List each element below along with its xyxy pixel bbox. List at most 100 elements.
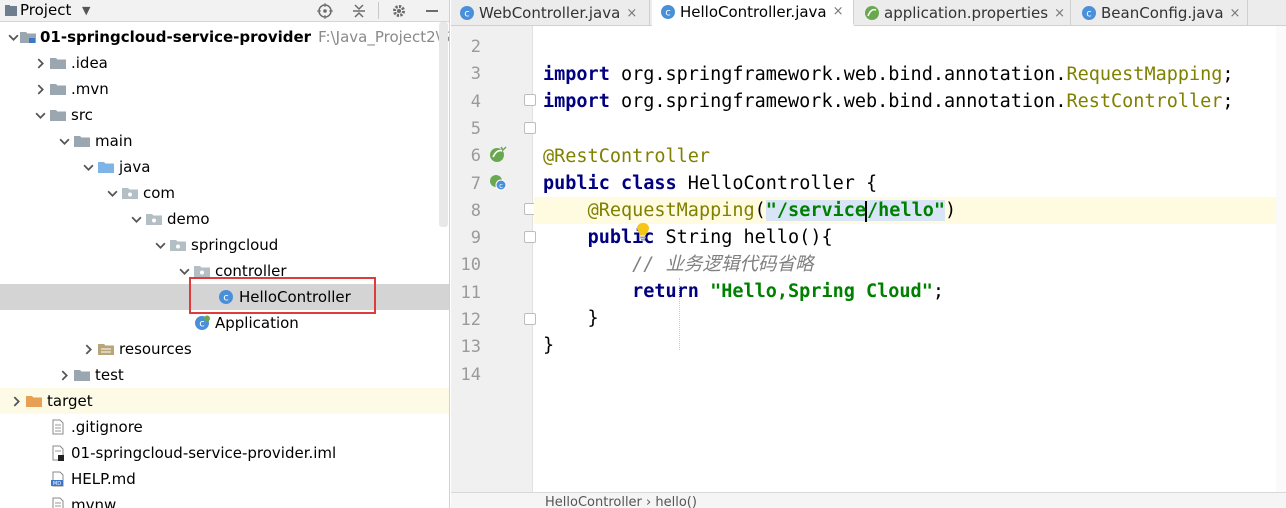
excluded-folder-icon xyxy=(24,392,44,410)
package-icon xyxy=(168,236,188,254)
chevron-right-icon[interactable] xyxy=(32,81,48,97)
tree-item-test[interactable]: test xyxy=(0,362,449,388)
editor-tab-webcontroller-java[interactable]: c WebController.java × xyxy=(451,0,650,26)
tree-item-01-springcloud-service-provider-iml[interactable]: 01-springcloud-service-provider.iml xyxy=(0,440,449,466)
line-number: 14 xyxy=(460,364,481,385)
project-view-icon xyxy=(4,0,18,21)
tree-item-target[interactable]: target xyxy=(0,388,449,414)
package-icon xyxy=(120,184,140,202)
folder-icon xyxy=(72,366,92,384)
string-literal: "/service xyxy=(765,200,867,221)
tree-item-com[interactable]: com xyxy=(0,180,449,206)
annotation-highlight-box xyxy=(189,277,376,314)
chevron-right-icon[interactable] xyxy=(80,341,96,357)
close-icon[interactable]: × xyxy=(1230,6,1241,21)
tree-scrollbar[interactable] xyxy=(439,22,448,227)
gear-icon[interactable] xyxy=(388,0,410,21)
code-text: ) xyxy=(945,200,957,221)
editor-tab-hellocontroller-java[interactable]: c HelloController.java × xyxy=(652,0,854,26)
class-icon: c xyxy=(1081,5,1097,21)
code-line-8: @RequestMapping("/service/hello") xyxy=(543,197,956,224)
code-line-10: // 业务逻辑代码省略 xyxy=(543,251,814,278)
tab-label: application.properties xyxy=(884,4,1049,22)
code-text: HelloController { xyxy=(676,173,878,194)
chevron-right-icon[interactable] xyxy=(32,55,48,71)
tree-item-gitignore[interactable]: .gitignore xyxy=(0,414,449,440)
chevron-right-icon[interactable] xyxy=(56,367,72,383)
tab-label: BeanConfig.java xyxy=(1101,4,1224,22)
spring-bean-icon[interactable] xyxy=(489,145,507,163)
collapse-all-icon[interactable] xyxy=(348,0,370,21)
code-line-9: public String hello(){ xyxy=(543,224,833,251)
tree-item-resources[interactable]: resources xyxy=(0,336,449,362)
chevron-down-icon[interactable] xyxy=(80,159,96,175)
source-folder-icon xyxy=(96,158,116,176)
string-literal: /hello" xyxy=(867,200,945,221)
code-line-13: } xyxy=(543,332,554,359)
chevron-down-icon[interactable] xyxy=(32,107,48,123)
close-icon[interactable]: × xyxy=(1054,6,1065,21)
tree-item-idea[interactable]: .idea xyxy=(0,50,449,76)
spring-controller-icon[interactable]: c xyxy=(489,173,507,191)
tree-item-help-md[interactable]: MD HELP.md xyxy=(0,466,449,492)
editor-gutter: 2 3 4 5 6 7 8 9 10 11 12 13 14 c xyxy=(451,26,536,492)
svg-text:c: c xyxy=(1086,9,1092,20)
tree-item-mvn[interactable]: .mvn xyxy=(0,76,449,102)
line-number: 2 xyxy=(470,37,481,57)
chevron-down-icon[interactable] xyxy=(152,237,168,253)
lightbulb-icon[interactable] xyxy=(634,222,652,242)
markdown-file-icon: MD xyxy=(48,470,68,488)
line-number: 9 xyxy=(470,228,481,249)
tree-item-mvnw[interactable]: mvnw xyxy=(0,492,449,508)
code-text: } xyxy=(543,308,599,329)
locate-target-icon[interactable] xyxy=(314,0,336,21)
chevron-down-icon[interactable] xyxy=(8,29,19,45)
tree-item-label: Application xyxy=(215,314,299,332)
module-path: F:\Java_Project2\Spring xyxy=(318,28,449,46)
tree-item-label: resources xyxy=(119,340,192,358)
keyword: class xyxy=(620,173,677,194)
tree-item-main[interactable]: main xyxy=(0,128,449,154)
tree-item-label: com xyxy=(143,184,176,202)
line-number: 5 xyxy=(470,118,481,139)
chevron-down-icon[interactable] xyxy=(104,185,120,201)
code-line-7: public class HelloController { xyxy=(543,170,877,197)
editor-tab-application-properties[interactable]: application.properties × xyxy=(856,0,1071,26)
breadcrumb[interactable]: HelloController › hello() xyxy=(545,495,697,508)
tree-item-springcloud[interactable]: springcloud xyxy=(0,232,449,258)
chevron-down-icon[interactable]: ▼ xyxy=(82,0,90,21)
project-panel: Project ▼ 01-springcloud-service-provide… xyxy=(0,0,450,508)
svg-text:c: c xyxy=(665,7,671,18)
minimize-icon[interactable] xyxy=(421,0,443,21)
tree-item-demo[interactable]: demo xyxy=(0,206,449,232)
tree-item-01-springcloud-service-provider[interactable]: 01-springcloud-service-provider F:\Java_P… xyxy=(0,24,449,50)
code-text: } xyxy=(543,335,555,356)
close-icon[interactable]: × xyxy=(626,6,637,21)
chevron-down-icon[interactable] xyxy=(56,133,72,149)
resources-folder-icon xyxy=(96,340,116,358)
chevron-down-icon[interactable] xyxy=(128,211,144,227)
keyword: import xyxy=(543,91,610,112)
close-icon[interactable]: × xyxy=(833,4,844,19)
chevron-right-icon[interactable] xyxy=(8,393,24,409)
editor-tab-beanconfig-java[interactable]: c BeanConfig.java × xyxy=(1073,0,1248,26)
code-line-12: } xyxy=(543,305,599,332)
spring-leaf-icon xyxy=(864,5,880,21)
tree-item-src[interactable]: src xyxy=(0,102,449,128)
error-stripe[interactable] xyxy=(1276,26,1286,492)
code-line-6: @RestController xyxy=(543,143,710,170)
tree-item-label: .idea xyxy=(71,54,108,72)
code-editor[interactable]: import org.springframework.web.bind.anno… xyxy=(534,26,1286,492)
comment: // 业务逻辑代码省略 xyxy=(632,254,814,275)
keyword: import xyxy=(543,64,610,85)
tree-item-label: .gitignore xyxy=(71,418,143,436)
tree-item-label: springcloud xyxy=(191,236,279,254)
project-view-dropdown[interactable]: Project xyxy=(20,1,71,19)
tree-item-java[interactable]: java xyxy=(0,154,449,180)
keyword: public xyxy=(543,173,610,194)
